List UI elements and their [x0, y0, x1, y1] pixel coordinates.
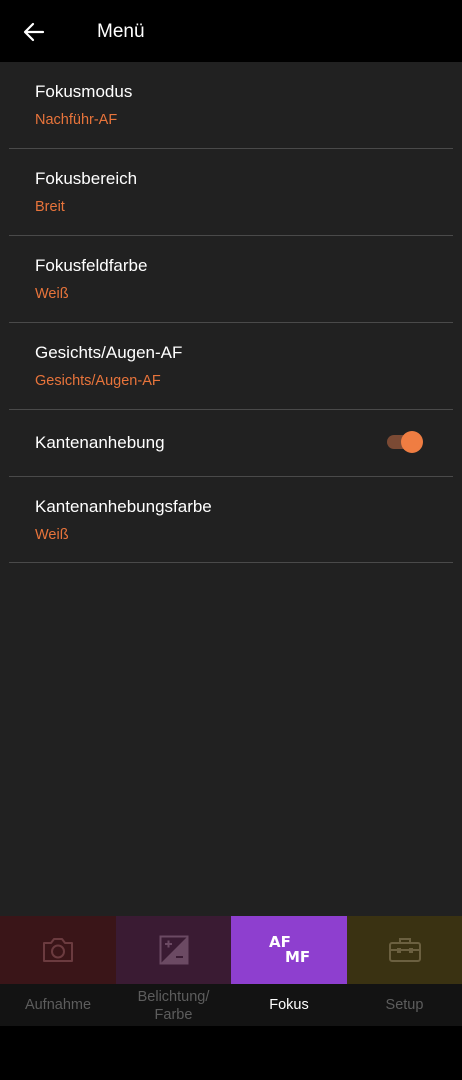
exposure-compensation-icon	[159, 935, 188, 965]
tab-label: Setup	[385, 997, 424, 1013]
tab-aufnahme[interactable]: Aufnahme	[0, 916, 116, 1026]
af-mf-icon: AF MF	[267, 933, 311, 967]
arrow-left-icon	[23, 22, 45, 42]
tab-setup[interactable]: Setup	[347, 916, 462, 1026]
page-title: Menü	[97, 21, 145, 42]
setting-item-face-eye-af[interactable]: Gesichts/Augen-AF Gesichts/Augen-AF	[9, 323, 453, 410]
setting-value: Weiß	[35, 527, 69, 543]
tab-icon-background	[347, 916, 462, 984]
tab-label: Fokus	[269, 997, 309, 1013]
setting-label: Kantenanhebung	[35, 433, 165, 452]
bottom-navigation: Aufnahme Belichtung/ Farbe AF MF Fokus S…	[0, 916, 462, 1026]
setting-value: Weiß	[35, 286, 69, 302]
back-button[interactable]	[14, 12, 54, 52]
setting-label: Fokusbereich	[35, 169, 138, 188]
tab-label-line2: Farbe	[154, 1007, 193, 1023]
settings-list: Fokusmodus Nachführ-AF Fokusbereich Brei…	[0, 62, 462, 916]
setting-value: Nachführ-AF	[35, 112, 118, 128]
setting-value: Breit	[35, 199, 65, 215]
setting-label: Fokusmodus	[35, 82, 133, 101]
setting-item-focus-frame-color[interactable]: Fokusfeldfarbe Weiß	[9, 236, 453, 323]
app-header: Menü	[0, 0, 462, 62]
setting-label: Gesichts/Augen-AF	[35, 343, 183, 362]
tab-label: Aufnahme	[24, 997, 92, 1013]
tab-fokus[interactable]: AF MF Fokus	[231, 916, 347, 1026]
system-navigation-bar	[0, 1026, 462, 1080]
setting-label: Fokusfeldfarbe	[35, 256, 148, 275]
tab-icon-background	[116, 916, 231, 984]
camera-icon	[43, 938, 73, 962]
tab-label-line1: Belichtung/	[137, 989, 210, 1005]
setting-item-peaking[interactable]: Kantenanhebung	[9, 410, 453, 477]
setting-item-focus-area[interactable]: Fokusbereich Breit	[9, 149, 453, 236]
tab-icon-background: AF MF	[231, 916, 347, 984]
toolbox-icon	[388, 938, 421, 962]
tab-label: Belichtung/ Farbe	[116, 988, 231, 1024]
setting-label: Kantenanhebungsfarbe	[35, 497, 212, 516]
setting-item-peaking-color[interactable]: Kantenanhebungsfarbe Weiß	[9, 477, 453, 563]
toggle-knob	[401, 431, 423, 453]
peaking-toggle[interactable]	[387, 431, 423, 453]
tab-icon-background	[0, 916, 116, 984]
mf-text: MF	[285, 948, 311, 966]
setting-item-focus-mode[interactable]: Fokusmodus Nachführ-AF	[9, 62, 453, 149]
tab-belichtung-farbe[interactable]: Belichtung/ Farbe	[116, 916, 231, 1026]
setting-value: Gesichts/Augen-AF	[35, 373, 161, 389]
